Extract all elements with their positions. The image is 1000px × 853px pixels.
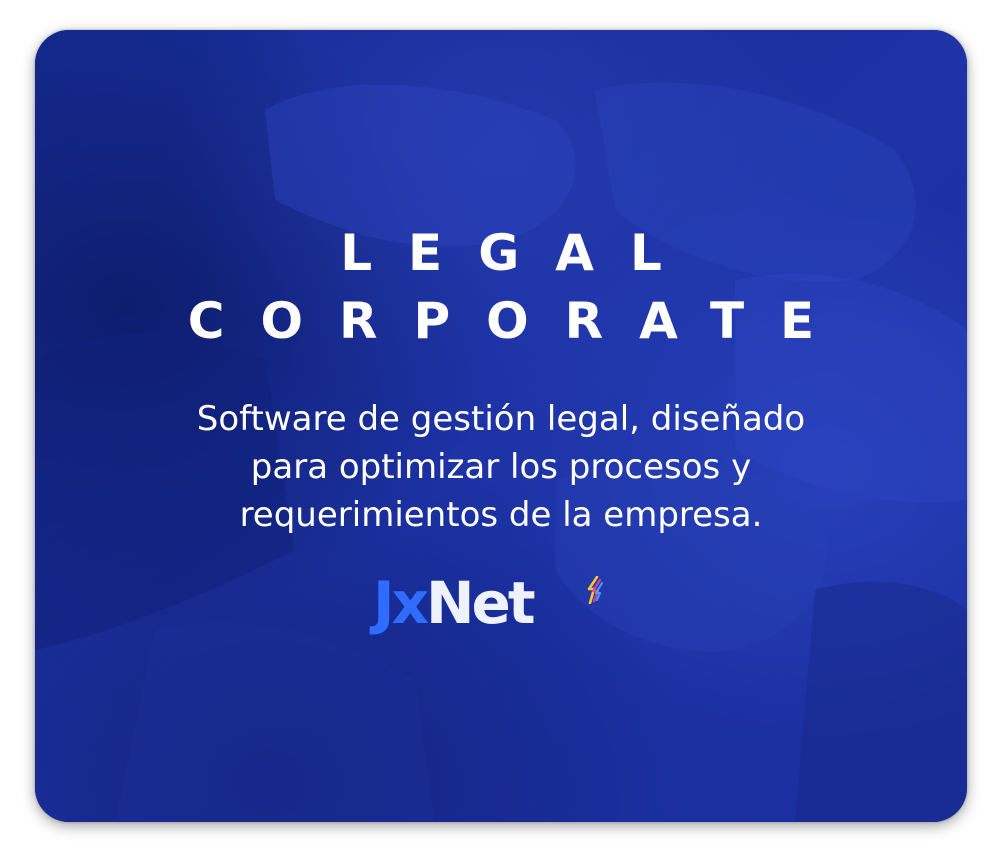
logo-part-jx: Jx: [373, 569, 429, 637]
title-line-corporate: CORPORATE: [187, 292, 851, 350]
jxnet-logo: JxNet: [373, 567, 613, 639]
logo-part-net: Net: [426, 569, 536, 637]
logo-wordmark: JxNet: [373, 567, 536, 639]
tagline-line-1: Software de gestión legal, diseñado: [196, 399, 806, 439]
tagline-line-2: para optimizar los procesos y: [250, 447, 752, 487]
hero-card: LEGAL CORPORATE Software de gestión lega…: [35, 30, 967, 822]
tagline-line-3: requerimientos de la empresa.: [239, 495, 763, 535]
title-line-legal: LEGAL: [340, 224, 698, 282]
tagline: Software de gestión legal, diseñado para…: [135, 395, 867, 539]
hero-content: LEGAL CORPORATE Software de gestión lega…: [35, 30, 967, 822]
lightning-bolt-icon: [587, 576, 603, 604]
